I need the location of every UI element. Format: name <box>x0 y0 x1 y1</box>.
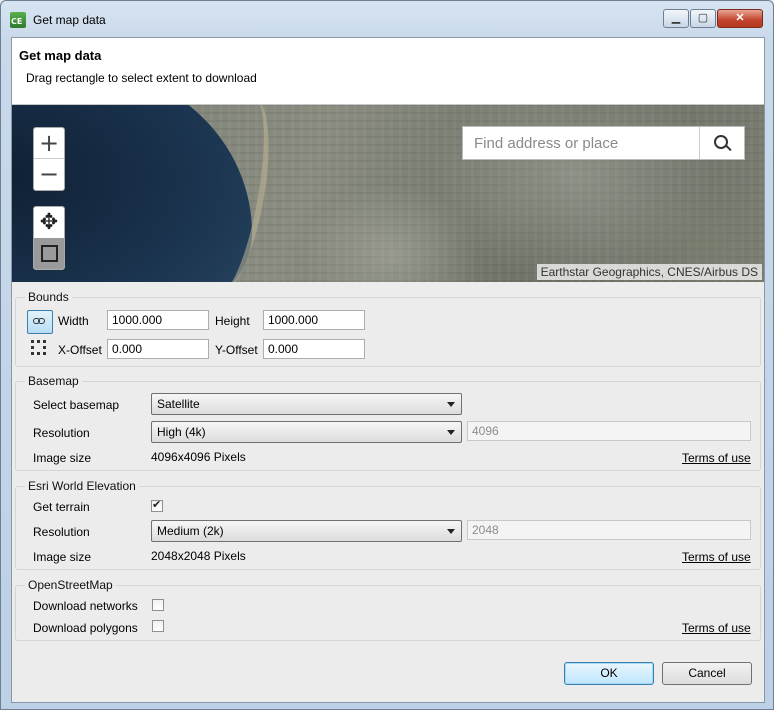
title-bar[interactable]: CE Get map data ▁ ▢ ✕ <box>1 1 773 37</box>
basemap-legend: Basemap <box>28 374 79 388</box>
yoffset-label: Y-Offset <box>215 343 258 357</box>
download-networks-checkbox[interactable] <box>152 599 164 611</box>
height-label: Height <box>215 314 250 328</box>
basemap-image-size-label: Image size <box>33 451 92 465</box>
elevation-terms-link[interactable]: Terms of use <box>682 550 751 564</box>
osm-legend: OpenStreetMap <box>28 578 113 592</box>
rectangle-icon <box>41 245 58 262</box>
elevation-resolution-select[interactable]: Medium (2k) <box>151 520 462 542</box>
window-title: Get map data <box>33 13 106 27</box>
app-icon-text: CE <box>11 17 23 26</box>
elevation-image-size-label: Image size <box>33 550 92 564</box>
download-networks-label: Download networks <box>33 599 138 613</box>
maximize-button[interactable]: ▢ <box>690 9 716 28</box>
bounds-legend: Bounds <box>28 290 69 304</box>
basemap-terms-link[interactable]: Terms of use <box>682 451 751 465</box>
xoffset-label: X-Offset <box>58 343 102 357</box>
elevation-resolution-label: Resolution <box>33 525 90 539</box>
search-icon-handle <box>725 144 732 152</box>
width-field[interactable] <box>107 310 209 330</box>
close-button[interactable]: ✕ <box>717 9 763 28</box>
yoffset-field[interactable] <box>263 339 365 359</box>
link-icon <box>33 318 46 324</box>
grid-icon <box>31 340 47 356</box>
zoom-control: + − <box>33 127 65 191</box>
width-label: Width <box>58 314 89 328</box>
elevation-image-size-value: 2048x2048 Pixels <box>151 549 246 563</box>
chevron-down-icon <box>447 430 455 435</box>
cancel-button[interactable]: Cancel <box>662 662 752 685</box>
basemap-resolution-label: Resolution <box>33 426 90 440</box>
ok-button[interactable]: OK <box>564 662 654 685</box>
map-view[interactable]: + − ✥ Find address or place Earthstar Ge… <box>12 105 764 282</box>
pan-tool-button[interactable]: ✥ <box>34 207 64 238</box>
elevation-resolution-pixels <box>467 520 751 540</box>
map-tools: ✥ <box>33 206 65 270</box>
chevron-down-icon <box>447 529 455 534</box>
search-button[interactable] <box>699 127 744 159</box>
chevron-down-icon <box>447 402 455 407</box>
basemap-select-value: Satellite <box>157 397 200 411</box>
basemap-select[interactable]: Satellite <box>151 393 462 415</box>
elevation-legend: Esri World Elevation <box>28 479 136 493</box>
checkmark-icon: ✔ <box>152 498 162 511</box>
dialog-client: Get map data Drag rectangle to select ex… <box>11 37 765 703</box>
basemap-resolution-pixels <box>467 421 751 441</box>
download-polygons-checkbox[interactable] <box>152 620 164 632</box>
osm-terms-link[interactable]: Terms of use <box>682 621 751 635</box>
get-terrain-label: Get terrain <box>33 500 90 514</box>
zoom-out-button[interactable]: − <box>34 159 64 189</box>
lock-aspect-button[interactable] <box>27 310 53 334</box>
header-description: Drag rectangle to select extent to downl… <box>26 71 257 85</box>
basemap-resolution-select[interactable]: High (4k) <box>151 421 462 443</box>
height-field[interactable] <box>263 310 365 330</box>
xoffset-field[interactable] <box>107 339 209 359</box>
app-icon: CE <box>10 12 26 28</box>
dialog-header: Get map data Drag rectangle to select ex… <box>12 38 764 105</box>
address-search[interactable]: Find address or place <box>462 126 745 160</box>
search-input[interactable]: Find address or place <box>474 135 618 152</box>
header-title: Get map data <box>19 48 102 63</box>
elevation-resolution-value: Medium (2k) <box>157 524 224 538</box>
download-polygons-label: Download polygons <box>33 621 138 635</box>
zoom-in-button[interactable]: + <box>34 128 64 158</box>
dialog-window: CE Get map data ▁ ▢ ✕ Get map data Drag … <box>0 0 774 710</box>
get-terrain-checkbox[interactable]: ✔ <box>151 498 163 512</box>
map-attribution: Earthstar Geographics, CNES/Airbus DS <box>536 264 762 280</box>
select-basemap-label: Select basemap <box>33 398 120 412</box>
basemap-image-size-value: 4096x4096 Pixels <box>151 450 246 464</box>
minimize-button[interactable]: ▁ <box>663 9 689 28</box>
rectangle-select-button[interactable] <box>34 238 64 269</box>
basemap-resolution-value: High (4k) <box>157 425 206 439</box>
